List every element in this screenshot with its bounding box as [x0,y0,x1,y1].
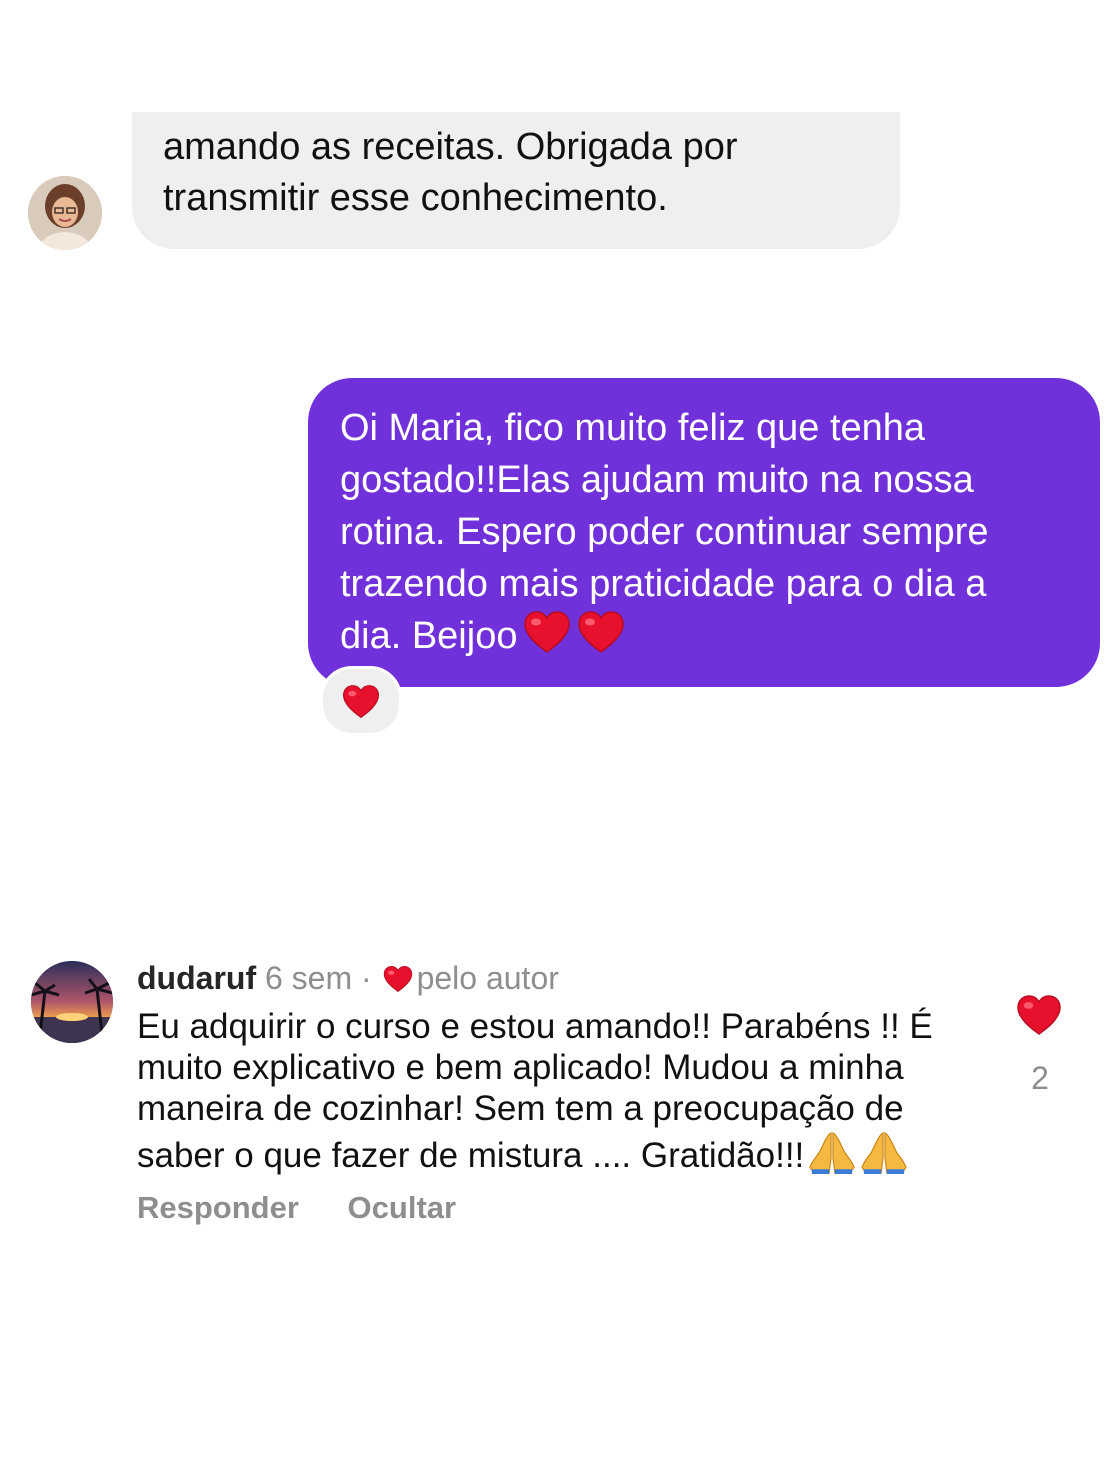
outgoing-message-last-line: dia. Beijoo [340,610,1076,662]
avatar[interactable] [28,176,102,250]
comment-line: saber o que fazer de mistura .... Gratid… [137,1136,805,1175]
incoming-message-bubble[interactable]: amando as receitas. Obrigada por transmi… [132,112,900,249]
message-reaction[interactable] [320,666,402,736]
sunset-avatar-photo [31,961,113,1043]
comment-like-count: 2 [1031,1060,1049,1096]
outgoing-message-line: dia. Beijoo [340,615,518,657]
heart-emoji-icon [523,610,571,654]
liked-by-author-label: pelo autor [416,960,559,996]
commenter-avatar[interactable] [31,961,113,1043]
comment-line: maneira de cozinhar! Sem tem a preocupaç… [137,1089,904,1128]
comment-username[interactable]: dudaruf [137,960,256,996]
heart-emoji-icon [577,610,625,654]
liked-by-author-heart-icon [383,965,413,993]
outgoing-message-line: Oi Maria, fico muito feliz que tenha [340,407,926,449]
comment-text: Eu adquirir o curso e estou amando!! Par… [137,1006,987,1176]
praying-hands-icon [860,1129,908,1175]
outgoing-message-line: rotina. Espero poder continuar sempre [340,511,989,553]
comment-meta: dudaruf 6 sem · pelo autor [137,958,559,998]
incoming-message-line: transmitir esse conhecimento. [163,177,668,219]
praying-hands-icon [808,1129,856,1175]
outgoing-message-bubble[interactable]: Oi Maria, fico muito feliz que tenha gos… [308,378,1100,687]
comment-like-heart-icon[interactable] [1016,994,1062,1036]
avatar-photo [28,176,102,250]
incoming-message-line: amando as receitas. Obrigada por [163,126,738,168]
comment-line: muito explicativo e bem aplicado! Mudou … [137,1048,904,1087]
comment-last-line: saber o que fazer de mistura .... Gratid… [137,1129,987,1176]
outgoing-message-line: trazendo mais praticidade para o dia a [340,563,987,605]
meta-separator: · [361,960,372,996]
comment-actions: Responder Ocultar [137,1190,496,1226]
comment-time: 6 sem [264,960,353,996]
hide-button[interactable]: Ocultar [348,1190,457,1225]
heart-icon [342,684,380,719]
comment-line: Eu adquirir o curso e estou amando!! Par… [137,1007,933,1046]
reply-button[interactable]: Responder [137,1190,299,1225]
outgoing-message-line: gostado!!Elas ajudam muito na nossa [340,459,974,501]
